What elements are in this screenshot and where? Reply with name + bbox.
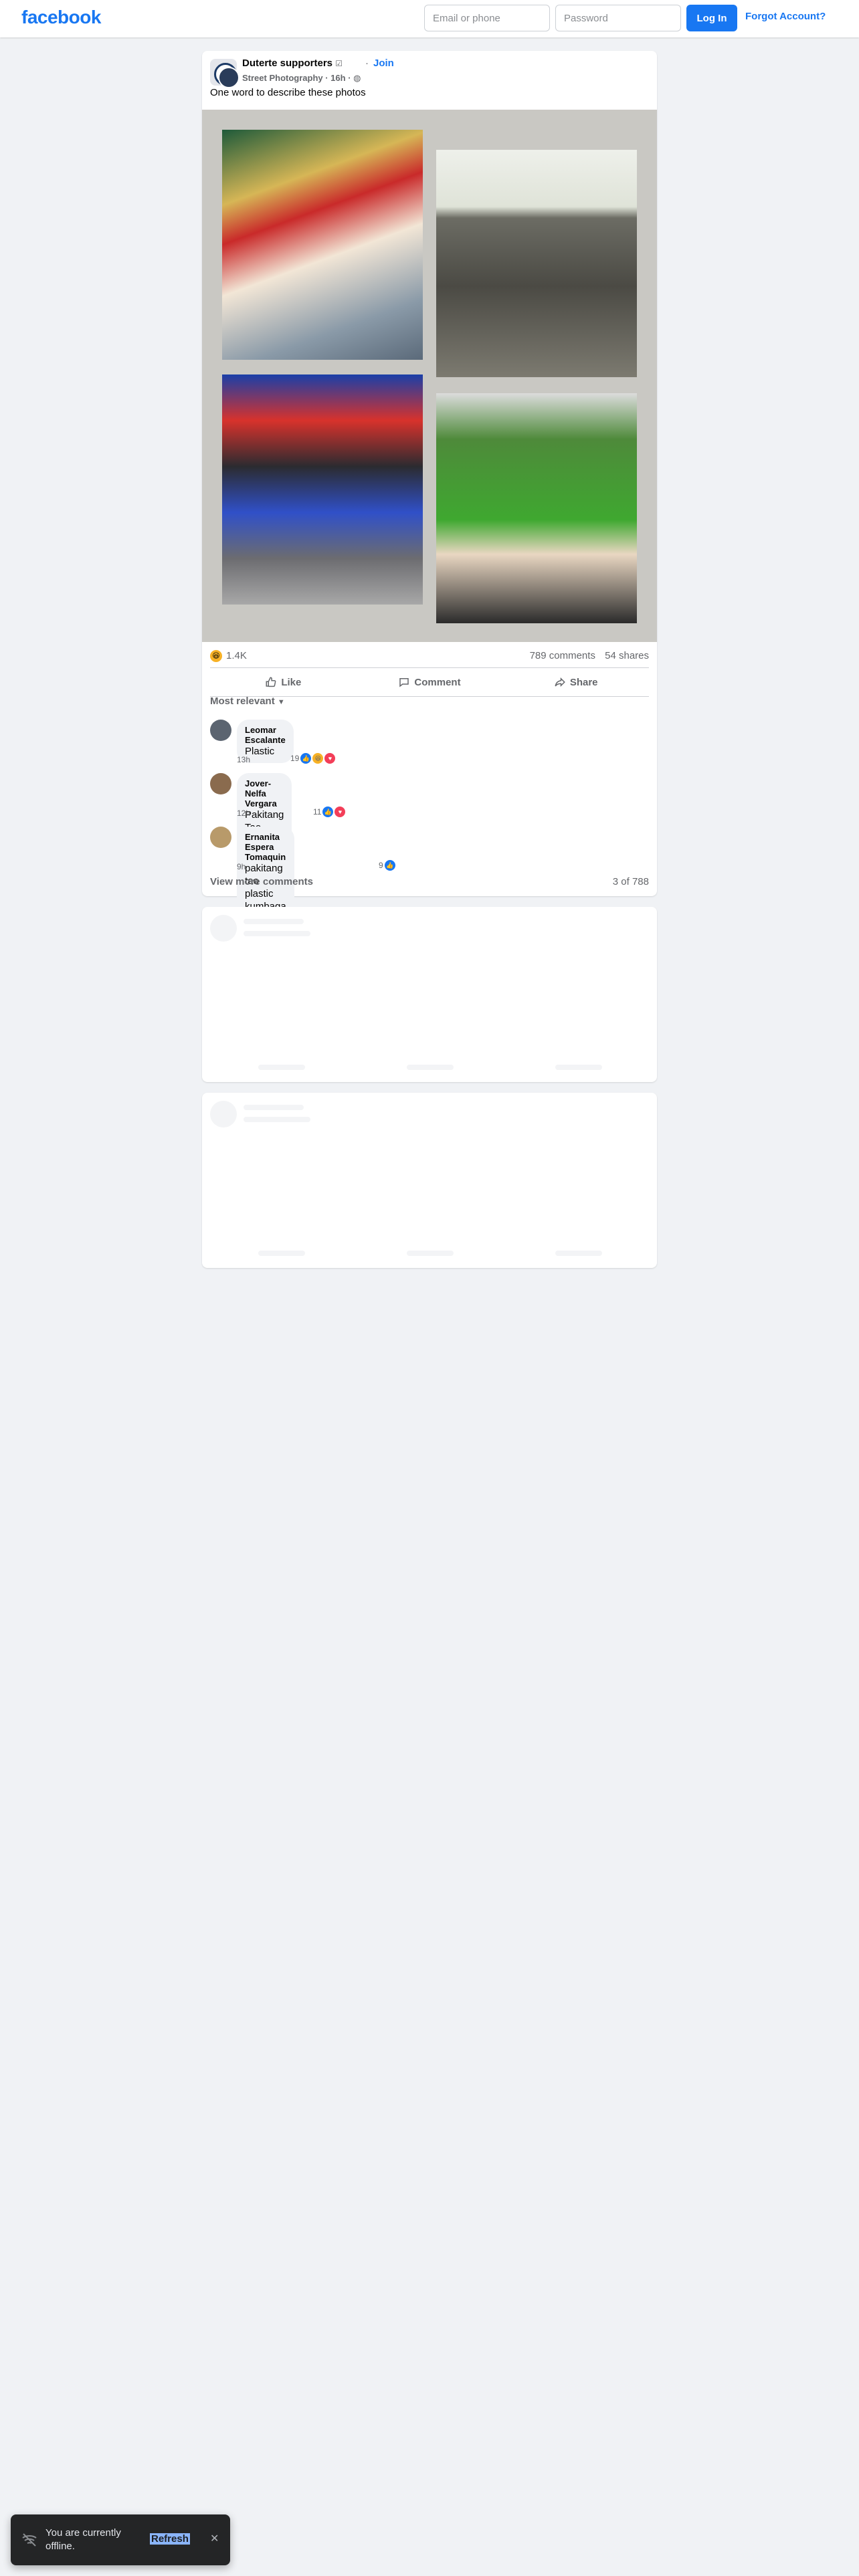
like-button[interactable]: Like — [210, 668, 357, 696]
skeleton-line — [258, 1251, 305, 1256]
like-label: Like — [281, 676, 302, 688]
post-text: One word to describe these photos — [210, 87, 366, 98]
photo-grid — [202, 110, 657, 642]
comment-bubble-icon — [399, 678, 409, 687]
skeleton-avatar — [210, 915, 237, 942]
skeleton-line — [244, 1117, 310, 1122]
forgot-account-link[interactable]: Forgot Account? — [745, 11, 826, 22]
post-card: Duterte supporters ☑ · Join Street Photo… — [202, 51, 657, 918]
skeleton-line — [407, 1251, 454, 1256]
share-label: Share — [569, 676, 598, 688]
share-arrow-icon — [555, 677, 565, 687]
engagement-stats: 789 comments 54 shares — [530, 650, 649, 661]
skeleton-avatar — [210, 1101, 237, 1128]
commenter-name[interactable]: Jover-Nelfa Vergara — [245, 778, 284, 809]
commenter-avatar[interactable] — [210, 720, 231, 741]
comment-reaction-count: 11 — [313, 807, 322, 817]
like-reaction-icon: 👍 — [322, 807, 334, 817]
comment-label: Comment — [414, 676, 461, 688]
comment-text: pakitang tao plastic kumbaga — [245, 863, 286, 912]
shares-count[interactable]: 54 shares — [605, 650, 649, 661]
loading-post-placeholder — [202, 1093, 657, 1268]
post-meta-text: Street Photography · 16h · — [242, 73, 354, 83]
author-avatar[interactable] — [218, 67, 240, 88]
like-reaction-icon: 👍 — [300, 753, 312, 764]
skeleton-line — [244, 931, 310, 936]
login-button[interactable]: Log In — [686, 5, 737, 31]
top-navigation-bar: facebook Log In Forgot Account? — [0, 0, 859, 37]
thumbs-up-icon — [266, 677, 276, 687]
group-name-text: Duterte supporters — [242, 58, 333, 69]
photo-jeepney[interactable] — [222, 130, 423, 360]
post-meta: Street Photography · 16h · ◍ — [242, 73, 361, 84]
haha-reaction-icon[interactable]: 😆 — [210, 650, 222, 662]
comment-reaction-count: 19 — [290, 754, 300, 763]
comments-count[interactable]: 789 comments — [530, 650, 595, 661]
comment-reactions[interactable]: 19 👍 😆 ♥ — [290, 753, 336, 764]
sort-comments-dropdown[interactable]: Most relevant ▼ — [210, 695, 285, 707]
password-input[interactable] — [555, 5, 681, 31]
comment-reactions[interactable]: 11 👍 ♥ — [313, 807, 346, 817]
skeleton-line — [258, 1065, 305, 1070]
post-actions: Like Comment Share — [210, 667, 649, 697]
caret-down-icon: ▼ — [277, 698, 285, 706]
skeleton-line — [555, 1065, 602, 1070]
join-group-button[interactable]: Join — [373, 58, 394, 69]
comment-time[interactable]: 13h — [237, 755, 250, 764]
offline-toast: You are currently offline. Refresh ✕ — [11, 2514, 230, 2565]
photo-tricycle[interactable] — [222, 374, 423, 605]
commenter-avatar[interactable] — [210, 773, 231, 794]
comment-bubble: Ernanita Espera Tomaquin pakitang tao pl… — [237, 827, 294, 918]
email-input[interactable] — [424, 5, 550, 31]
photo-green-vehicle[interactable] — [436, 393, 637, 623]
haha-reaction-icon: 😆 — [312, 753, 324, 764]
comment-text: Plastic — [245, 746, 275, 757]
love-reaction-icon: ♥ — [324, 753, 336, 764]
comment-time[interactable]: 9h — [237, 862, 246, 871]
love-reaction-icon: ♥ — [335, 807, 346, 817]
verified-icon: ☑ — [335, 59, 343, 68]
skeleton-line — [244, 1105, 304, 1110]
join-separator: · — [365, 58, 369, 69]
comment-reactions[interactable]: 9 👍 — [379, 860, 395, 871]
reaction-count[interactable]: 1.4K — [226, 650, 247, 661]
comment-reaction-count: 9 — [379, 861, 383, 870]
loading-post-placeholder — [202, 907, 657, 1082]
share-button[interactable]: Share — [502, 668, 649, 696]
close-icon[interactable]: ✕ — [210, 2532, 219, 2545]
skeleton-line — [555, 1251, 602, 1256]
photo-farm-field[interactable] — [436, 150, 637, 377]
facebook-logo[interactable]: facebook — [21, 7, 101, 28]
globe-icon: ◍ — [353, 73, 361, 83]
commenter-name[interactable]: Ernanita Espera Tomaquin — [245, 832, 286, 862]
reactions-summary: 😆 1.4K 789 comments 54 shares — [210, 647, 649, 666]
commenter-name[interactable]: Leomar Escalante — [245, 725, 286, 745]
skeleton-line — [244, 919, 304, 924]
no-wifi-icon — [22, 2533, 37, 2547]
like-reaction-icon: 👍 — [384, 860, 395, 871]
skeleton-line — [407, 1065, 454, 1070]
comment-time[interactable]: 12h — [237, 809, 250, 818]
commenter-avatar[interactable] — [210, 827, 231, 848]
view-more-comments-link[interactable]: View more comments — [210, 876, 313, 887]
refresh-button[interactable]: Refresh — [150, 2533, 190, 2545]
comment-button[interactable]: Comment — [357, 668, 503, 696]
offline-message: You are currently offline. — [45, 2527, 121, 2552]
group-name-link[interactable]: Duterte supporters ☑ — [242, 58, 343, 69]
comment-pagination-count: 3 of 788 — [612, 876, 649, 887]
sort-label: Most relevant — [210, 695, 275, 707]
